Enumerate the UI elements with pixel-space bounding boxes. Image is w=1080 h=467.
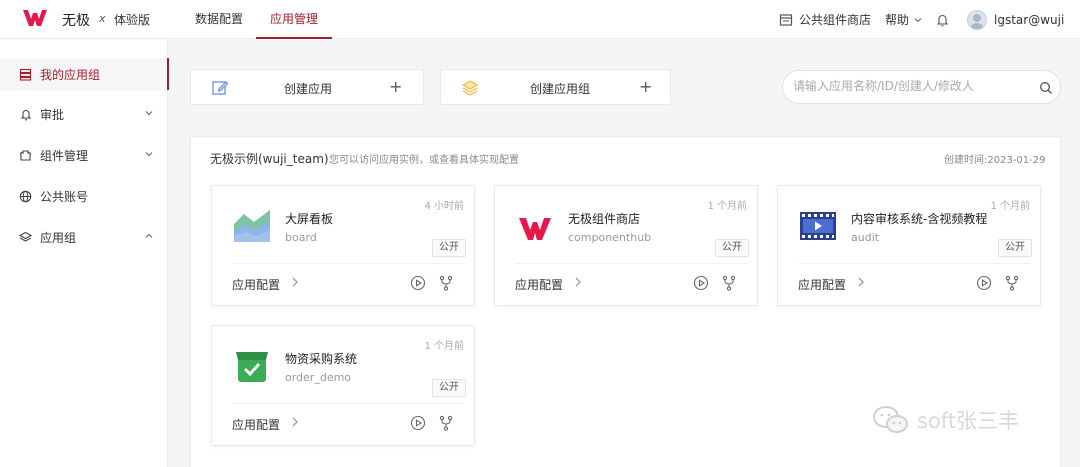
wechat-icon (873, 406, 908, 433)
sidebar-item-label: 审批 (40, 107, 65, 122)
updated-time: 1 个月前 (707, 201, 747, 212)
sidebar: 我的应用组 审批 组件管理 公共账号 应用组 (0, 39, 169, 467)
bell-icon (936, 14, 949, 26)
avatar[interactable] (967, 9, 987, 30)
chevron-up-icon (144, 231, 154, 244)
sidebar-item-label: 我的应用组 (40, 67, 101, 82)
help-label: 帮助 (885, 13, 910, 27)
chevron-right-icon (290, 276, 300, 291)
app-config-link[interactable]: 应用配置 (515, 276, 563, 293)
tab-data-config[interactable]: 数据配置 (195, 0, 243, 39)
edition-label: 体验版 (114, 13, 151, 27)
sidebar-item-component-management[interactable]: 组件管理 (0, 139, 168, 171)
sidebar-item-label: 公共账号 (40, 189, 89, 204)
visibility-badge: 公开 (432, 379, 466, 397)
app-code: componenthub (568, 231, 652, 244)
search-icon[interactable] (1039, 81, 1053, 95)
updated-time: 4 小时前 (424, 201, 464, 212)
app-name[interactable]: 大屏看板 (285, 210, 333, 227)
app-card-audit[interactable]: 1 个月前 内容审核系统-含视频教程 audit 公开 应用配置 (777, 185, 1041, 306)
wuji-logo-icon[interactable] (22, 8, 48, 28)
create-app-group-label: 创建应用组 (530, 82, 591, 96)
card-divider (515, 263, 747, 264)
card-divider (232, 403, 464, 404)
store-icon (779, 13, 793, 26)
app-code: audit (851, 231, 880, 244)
notification-button[interactable] (936, 0, 949, 39)
card-divider (232, 263, 464, 264)
stack-icon (19, 68, 32, 81)
app-name[interactable]: 无极组件商店 (568, 210, 640, 227)
updated-time: 1 个月前 (424, 341, 464, 352)
plus-icon: + (639, 77, 653, 96)
component-store-label: 公共组件商店 (799, 13, 872, 27)
visibility-badge: 公开 (998, 239, 1032, 257)
play-icon[interactable] (693, 275, 709, 291)
play-icon[interactable] (976, 275, 992, 291)
play-icon[interactable] (410, 415, 426, 431)
wuji-logo-icon (519, 218, 551, 240)
chevron-down-icon (144, 149, 154, 162)
group-description: 您可以访问应用实例，或查看具体实现配置 (329, 155, 519, 166)
visibility-badge: 公开 (715, 239, 749, 257)
sidebar-item-label: 组件管理 (40, 148, 89, 163)
chevron-right-icon (290, 416, 300, 431)
group-title: 无极示例(wuji_team) (210, 152, 329, 166)
globe-icon (19, 190, 32, 203)
app-card-board[interactable]: 4 小时前 大屏看板 board 公开 应用配置 (211, 185, 475, 306)
branch-icon[interactable] (1004, 275, 1020, 291)
branch-icon[interactable] (721, 275, 737, 291)
component-store-link[interactable]: 公共组件商店 (779, 0, 871, 39)
top-bar: 无极 x 体验版 数据配置 应用管理 公共组件商店 帮助 lgstar@wuji (0, 0, 1080, 39)
updated-time: 1 个月前 (990, 201, 1030, 212)
group-created-time: 创建时间:2023-01-29 (944, 155, 1046, 166)
plus-icon: + (389, 77, 403, 96)
brand-separator: x (99, 12, 106, 25)
app-code: board (285, 231, 317, 244)
help-menu[interactable]: 帮助 (885, 0, 923, 39)
chevron-right-icon (856, 276, 866, 291)
search-input[interactable] (793, 79, 1033, 93)
bell-icon (19, 108, 32, 121)
edit-icon (212, 81, 229, 95)
play-icon[interactable] (410, 275, 426, 291)
create-app-group-button[interactable]: 创建应用组 + (440, 69, 671, 105)
sidebar-item-app-group[interactable]: 应用组 (0, 221, 168, 253)
chevron-down-icon (144, 108, 154, 121)
user-name: lgstar@wuji (994, 12, 1065, 27)
app-name[interactable]: 内容审核系统-含视频教程 (851, 210, 987, 227)
chevron-down-icon (914, 17, 922, 22)
layers-icon (461, 80, 479, 96)
sidebar-item-label: 应用组 (40, 230, 77, 245)
sidebar-item-approval[interactable]: 审批 (0, 98, 168, 130)
chevron-right-icon (573, 276, 583, 291)
app-card-order-demo[interactable]: 1 个月前 物资采购系统 order_demo 公开 应用配置 (211, 325, 475, 446)
watermark: soft张三丰 (871, 402, 1019, 438)
app-name[interactable]: 物资采购系统 (285, 350, 357, 367)
card-divider (798, 263, 1030, 264)
visibility-badge: 公开 (432, 239, 466, 257)
search-box (782, 70, 1061, 104)
app-code: order_demo (285, 371, 352, 384)
area-chart-icon (234, 210, 270, 242)
app-config-link[interactable]: 应用配置 (232, 276, 280, 293)
create-app-label: 创建应用 (284, 82, 333, 96)
app-card-componenthub[interactable]: 1 个月前 无极组件商店 componenthub 公开 应用配置 (494, 185, 758, 306)
app-config-link[interactable]: 应用配置 (798, 276, 846, 293)
watermark-text: soft张三丰 (917, 409, 1020, 433)
brand-name: 无极 (62, 13, 90, 29)
tab-app-management[interactable]: 应用管理 (256, 0, 332, 39)
component-icon (19, 149, 32, 162)
sidebar-item-public-account[interactable]: 公共账号 (0, 180, 168, 212)
create-app-button[interactable]: 创建应用 + (190, 69, 424, 105)
branch-icon[interactable] (438, 275, 454, 291)
user-menu[interactable]: lgstar@wuji (967, 0, 1064, 39)
video-film-icon (800, 212, 836, 240)
check-box-icon (236, 352, 268, 382)
app-config-link[interactable]: 应用配置 (232, 416, 280, 433)
sidebar-item-my-app-groups[interactable]: 我的应用组 (0, 58, 169, 90)
branch-icon[interactable] (438, 415, 454, 431)
layers-icon (19, 231, 32, 244)
